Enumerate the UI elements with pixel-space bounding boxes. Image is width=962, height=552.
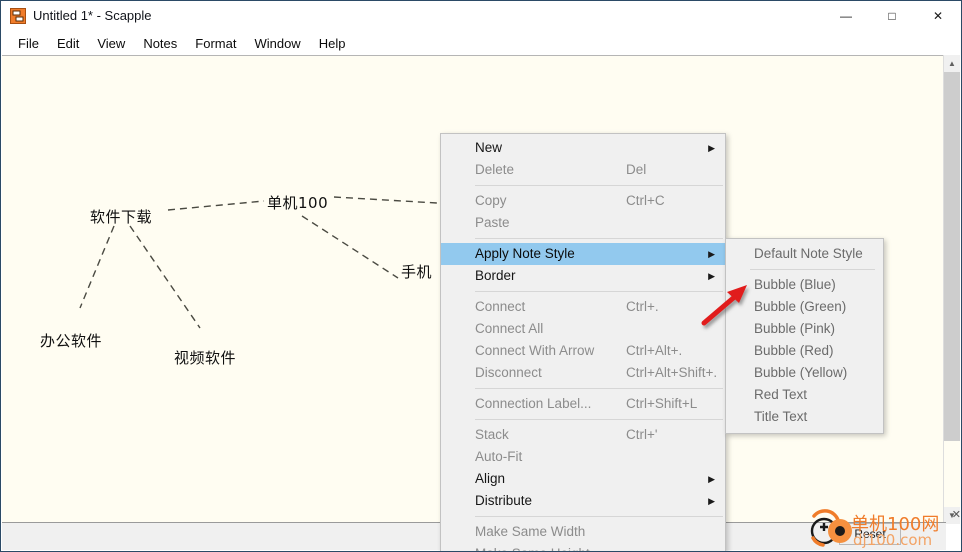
menu-view[interactable]: View — [88, 34, 134, 53]
menu-item-label: Apply Note Style — [475, 246, 575, 261]
chevron-right-icon: ▶ — [708, 249, 715, 259]
menu-separator — [475, 238, 723, 239]
menu-item-auto-fit[interactable]: Auto-Fit — [441, 446, 725, 468]
menu-item-label: Paste — [475, 215, 510, 230]
menu-item-label: Auto-Fit — [475, 449, 523, 464]
menu-item-accelerator: Ctrl+. — [626, 299, 659, 314]
scrollbar-thumb[interactable] — [944, 72, 960, 441]
menu-item-distribute[interactable]: Distribute ▶ — [441, 490, 725, 512]
note-item[interactable]: 手机 — [401, 261, 432, 282]
menu-item-connect-all[interactable]: Connect All — [441, 318, 725, 340]
menu-item-paste[interactable]: Paste — [441, 212, 725, 234]
menu-item-label: Connect — [475, 299, 526, 314]
menu-file[interactable]: File — [9, 34, 48, 53]
reset-button[interactable]: Reset — [839, 523, 901, 545]
menu-item-apply-note-style[interactable]: Apply Note Style ▶ — [441, 243, 725, 265]
menu-item-label: Make Same Height — [475, 543, 590, 551]
menu-item-connect[interactable]: Connect Ctrl+. — [441, 296, 725, 318]
menu-item-label: Distribute — [475, 493, 533, 508]
menu-separator — [475, 419, 723, 420]
window-controls: — □ ✕ — [823, 1, 961, 31]
menu-item-disconnect[interactable]: Disconnect Ctrl+Alt+Shift+. — [441, 362, 725, 384]
menu-item-make-same-width[interactable]: Make Same Width — [441, 521, 725, 543]
scapple-window: Untitled 1* - Scapple — □ ✕ File Edit Vi… — [0, 0, 962, 552]
menu-notes[interactable]: Notes — [134, 34, 186, 53]
submenu-item-bubble-green[interactable]: Bubble (Green) — [726, 296, 883, 318]
note-item[interactable]: 单机100 — [267, 192, 328, 213]
menu-item-accelerator: Ctrl+Alt+. — [626, 343, 683, 358]
menu-item-copy[interactable]: Copy Ctrl+C — [441, 190, 725, 212]
menu-item-label: Delete — [475, 162, 515, 177]
menu-help[interactable]: Help — [310, 34, 355, 53]
chevron-right-icon: ▶ — [708, 496, 715, 506]
menu-item-align[interactable]: Align ▶ — [441, 468, 725, 490]
close-button[interactable]: ✕ — [915, 1, 961, 31]
menu-item-new[interactable]: New ▶ — [441, 137, 725, 159]
submenu-item-default-note-style[interactable]: Default Note Style — [726, 243, 883, 265]
menu-edit[interactable]: Edit — [48, 34, 88, 53]
menu-separator — [475, 516, 723, 517]
menu-item-label: New — [475, 140, 503, 155]
menu-item-accelerator: Ctrl+C — [626, 193, 665, 208]
window-title: Untitled 1* - Scapple — [33, 8, 152, 23]
menu-item-label: Connect All — [475, 321, 544, 336]
menu-item-label: Stack — [475, 427, 509, 442]
chevron-right-icon: ▶ — [708, 143, 715, 153]
note-item[interactable]: 办公软件 — [40, 330, 102, 351]
submenu-item-bubble-red[interactable]: Bubble (Red) — [726, 340, 883, 362]
menu-separator — [475, 388, 723, 389]
submenu-item-bubble-pink[interactable]: Bubble (Pink) — [726, 318, 883, 340]
submenu-item-red-text[interactable]: Red Text — [726, 384, 883, 406]
context-menu: New ▶ Delete Del Copy Ctrl+C Paste Apply… — [440, 133, 726, 551]
scapple-app-icon — [10, 8, 26, 24]
menu-separator — [475, 291, 723, 292]
maximize-button[interactable]: □ — [869, 1, 915, 31]
menu-item-label: Connection Label... — [475, 396, 592, 411]
menu-item-make-same-height[interactable]: Make Same Height — [441, 543, 725, 551]
chevron-right-icon: ▶ — [708, 271, 715, 281]
menu-separator — [475, 185, 723, 186]
scrollbar-track[interactable] — [944, 72, 960, 507]
note-item[interactable]: 软件下载 — [90, 206, 152, 227]
menu-item-label: Copy — [475, 193, 507, 208]
menu-item-accelerator: Ctrl+Shift+L — [626, 396, 698, 411]
scroll-up-icon[interactable]: ▲ — [944, 55, 960, 72]
menu-item-delete[interactable]: Delete Del — [441, 159, 725, 181]
submenu-item-bubble-yellow[interactable]: Bubble (Yellow) — [726, 362, 883, 384]
menu-item-label: Border — [475, 268, 516, 283]
submenu-separator — [750, 269, 875, 270]
apply-note-style-submenu: Default Note Style Bubble (Blue) Bubble … — [725, 238, 884, 434]
menu-item-accelerator: Ctrl+Alt+Shift+. — [626, 365, 718, 380]
menu-item-border[interactable]: Border ▶ — [441, 265, 725, 287]
scroll-down-icon[interactable]: ▼ — [944, 507, 960, 524]
menu-item-connect-with-arrow[interactable]: Connect With Arrow Ctrl+Alt+. — [441, 340, 725, 362]
menu-item-connection-label[interactable]: Connection Label... Ctrl+Shift+L — [441, 393, 725, 415]
note-item[interactable]: 视频软件 — [174, 347, 236, 368]
minimize-button[interactable]: — — [823, 1, 869, 31]
menu-item-label: Align — [475, 471, 506, 486]
title-bar: Untitled 1* - Scapple — □ ✕ — [1, 1, 961, 31]
menu-item-accelerator: Ctrl+' — [626, 427, 658, 442]
chevron-right-icon: ▶ — [708, 474, 715, 484]
submenu-item-bubble-blue[interactable]: Bubble (Blue) — [726, 274, 883, 296]
menu-window[interactable]: Window — [245, 34, 309, 53]
menu-item-label: Make Same Width — [475, 524, 586, 539]
menu-item-stack[interactable]: Stack Ctrl+' — [441, 424, 725, 446]
menu-format[interactable]: Format — [186, 34, 245, 53]
submenu-item-title-text[interactable]: Title Text — [726, 406, 883, 428]
menu-item-label: Disconnect — [475, 365, 542, 380]
menu-item-label: Connect With Arrow — [475, 343, 595, 358]
menu-item-accelerator: Del — [626, 162, 647, 177]
vertical-scrollbar[interactable]: ▲ ▼ — [943, 55, 960, 524]
menu-bar: File Edit View Notes Format Window Help — [1, 31, 961, 55]
